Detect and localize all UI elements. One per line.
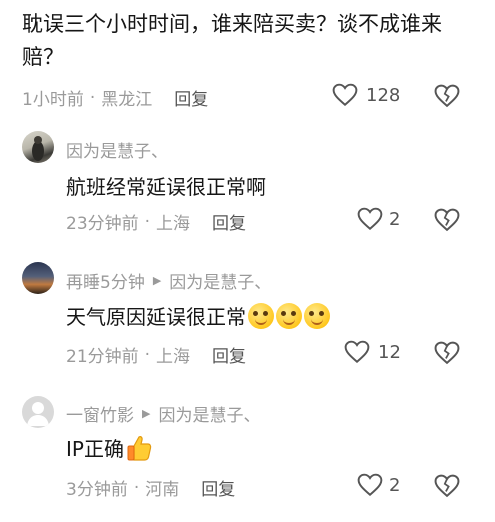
- heart-outline-icon: [344, 340, 370, 364]
- reply-location: 上海: [156, 347, 191, 367]
- like-button[interactable]: 128: [332, 83, 400, 107]
- like-button[interactable]: 2: [357, 207, 400, 231]
- reply-text: IP正确: [66, 437, 124, 461]
- broken-heart-icon[interactable]: [433, 341, 461, 365]
- like-button[interactable]: 12: [344, 340, 401, 364]
- reply-meta: 23分钟前 · 上海 回复: [66, 209, 246, 235]
- avatar[interactable]: [22, 396, 54, 428]
- reply-location: 上海: [156, 214, 191, 234]
- reply-text: 航班经常延误很正常啊: [66, 175, 266, 199]
- default-avatar-icon: [27, 402, 49, 426]
- thumbs-up-icon: [127, 435, 152, 461]
- broken-heart-icon[interactable]: [433, 474, 461, 498]
- broken-heart-icon[interactable]: [433, 84, 461, 108]
- like-button[interactable]: 2: [357, 473, 400, 497]
- reply-button[interactable]: 回复: [212, 342, 246, 367]
- reply-location: 河南: [145, 480, 180, 500]
- reply-to-username[interactable]: 因为是慧子、: [158, 401, 260, 426]
- like-count: 2: [389, 208, 401, 230]
- meta-separator: ·: [89, 87, 96, 108]
- reply-text: 天气原因延误很正常: [66, 305, 246, 329]
- avatar-photo: [32, 136, 44, 161]
- reply-username[interactable]: 再睡5分钟: [66, 268, 145, 293]
- reply-time: 23分钟前: [66, 214, 139, 234]
- reply-button[interactable]: 回复: [201, 475, 235, 500]
- smiling-face-icon: [276, 302, 302, 329]
- like-count: 12: [378, 341, 401, 363]
- meta-separator: ·: [144, 344, 151, 365]
- main-comment-meta: 1小时前 · 黑龙江 回复: [22, 85, 208, 111]
- smiling-face-icon: [248, 302, 274, 329]
- reply-button[interactable]: 回复: [212, 209, 246, 234]
- reply-meta: 3分钟前 · 河南 回复: [66, 475, 235, 501]
- avatar[interactable]: [22, 131, 54, 163]
- like-count: 2: [389, 474, 401, 496]
- reply-username-line: 再睡5分钟 ▶ 因为是慧子、: [66, 268, 271, 293]
- meta-separator: ·: [133, 477, 140, 498]
- reply-time: 21分钟前: [66, 347, 139, 367]
- main-comment-text: 耽误三个小时时间，谁来陪买卖？谈不成谁来赔？: [22, 12, 442, 69]
- reply-time: 3分钟前: [66, 480, 128, 500]
- reply-meta: 21分钟前 · 上海 回复: [66, 342, 246, 368]
- heart-outline-icon: [357, 207, 383, 231]
- like-count: 128: [366, 84, 401, 106]
- reply-text-line: IP正确: [66, 433, 152, 462]
- reply-username-line: 一窗竹影 ▶ 因为是慧子、: [66, 401, 260, 426]
- reply-username[interactable]: 一窗竹影: [66, 401, 134, 426]
- reply-username[interactable]: 因为是慧子、: [66, 137, 168, 162]
- avatar[interactable]: [22, 262, 54, 294]
- meta-separator: ·: [144, 211, 151, 232]
- reply-text-line: 天气原因延误很正常: [66, 301, 330, 330]
- play-triangle-icon: ▶: [152, 274, 162, 287]
- comment-location: 黑龙江: [101, 90, 153, 110]
- broken-heart-icon[interactable]: [433, 208, 461, 232]
- comment-time: 1小时前: [22, 90, 84, 110]
- reply-button[interactable]: 回复: [174, 85, 208, 110]
- play-triangle-icon: ▶: [142, 407, 151, 420]
- reply-username-line: 因为是慧子、: [66, 137, 168, 162]
- heart-outline-icon: [357, 473, 383, 497]
- smiling-face-icon: [304, 302, 330, 329]
- reply-to-username[interactable]: 因为是慧子、: [169, 268, 271, 293]
- heart-outline-icon: [332, 83, 358, 107]
